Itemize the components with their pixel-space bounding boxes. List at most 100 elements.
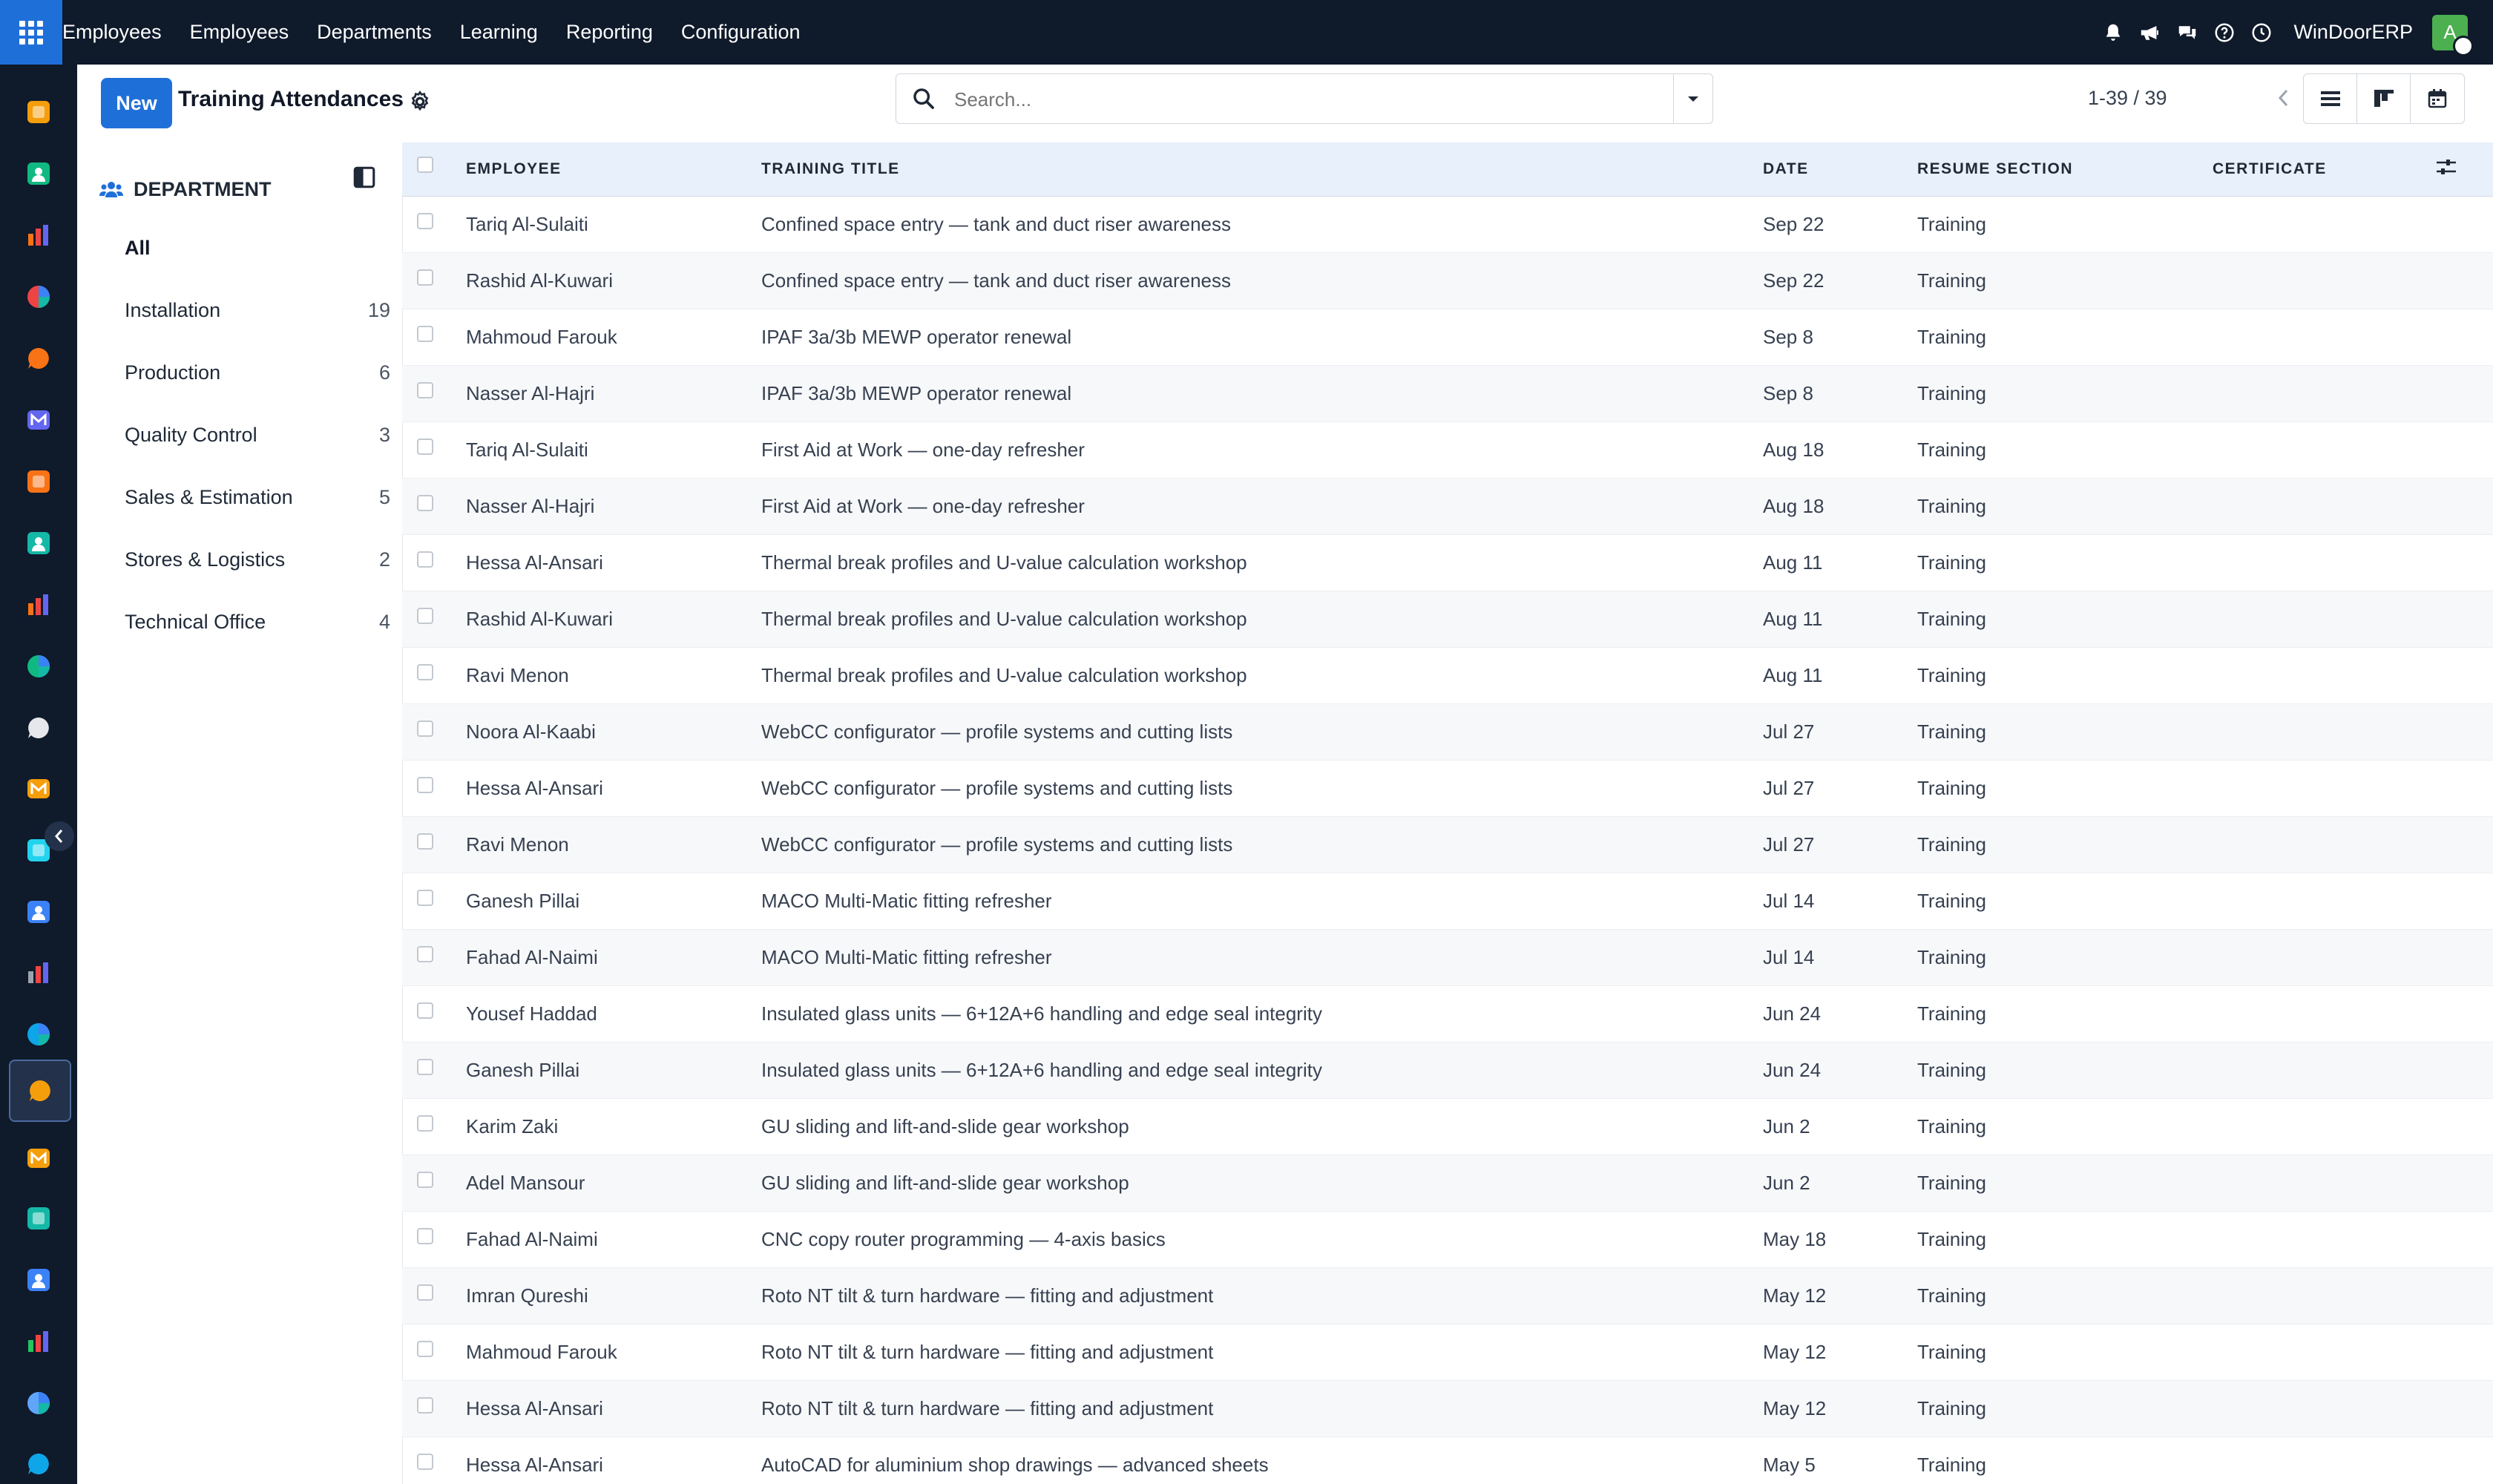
training-title-cell[interactable]: CNC copy router programming — 4-axis bas… (761, 1211, 1763, 1268)
dashboards-app-icon[interactable] (21, 279, 56, 315)
resume-section-cell[interactable]: Training (1917, 1380, 2213, 1437)
row-checkbox[interactable] (417, 494, 433, 511)
training-title-cell[interactable]: Roto NT tilt & turn hardware — fitting a… (761, 1324, 1763, 1381)
table-row[interactable]: Ravi Menon Thermal break profiles and U-v… (402, 647, 2493, 704)
resume-section-cell[interactable]: Training (1917, 1155, 2213, 1212)
date-cell[interactable]: Jul 14 (1763, 873, 1917, 930)
date-cell[interactable]: Sep 22 (1763, 196, 1917, 253)
surveys-app-icon[interactable] (21, 525, 56, 561)
table-row[interactable]: Fahad Al-Naimi CNC copy router programmin… (402, 1211, 2493, 1268)
date-cell[interactable]: Aug 11 (1763, 534, 1917, 591)
resume-section-cell[interactable]: Training (1917, 421, 2213, 479)
menu-configuration[interactable]: Configuration (681, 21, 801, 44)
menu-reporting[interactable]: Reporting (566, 21, 653, 44)
resume-section-cell[interactable]: Training (1917, 647, 2213, 704)
notes-app-icon[interactable] (21, 771, 56, 807)
table-row[interactable]: Imran Qureshi Roto NT tilt & turn hardwar… (402, 1267, 2493, 1324)
employee-cell[interactable]: Fahad Al-Naimi (462, 929, 761, 986)
employee-cell[interactable]: Rashid Al-Kuwari (462, 252, 761, 309)
website-app-icon[interactable] (21, 1446, 56, 1482)
table-row[interactable]: Nasser Al-Hajri IPAF 3a/3b MEWP operator … (402, 365, 2493, 422)
training-title-cell[interactable]: Thermal break profiles and U-value calcu… (761, 591, 1763, 648)
row-checkbox[interactable] (417, 1453, 433, 1470)
table-row[interactable]: Rashid Al-Kuwari Confined space entry — t… (402, 252, 2493, 309)
help-icon[interactable] (2213, 22, 2236, 44)
date-cell[interactable]: May 18 (1763, 1211, 1917, 1268)
training-title-cell[interactable]: Thermal break profiles and U-value calcu… (761, 534, 1763, 591)
certificate-cell[interactable] (2213, 1098, 2435, 1155)
table-row[interactable]: Tariq Al-Sulaiti First Aid at Work — one-… (402, 421, 2493, 479)
contacts-app-icon[interactable] (21, 156, 56, 191)
search-input[interactable] (953, 82, 1623, 117)
company-name[interactable]: WinDoorERP (2293, 21, 2413, 44)
training-title-cell[interactable]: IPAF 3a/3b MEWP operator renewal (761, 365, 1763, 422)
training-title-cell[interactable]: Confined space entry — tank and duct ris… (761, 252, 1763, 309)
training-title-cell[interactable]: First Aid at Work — one-day refresher (761, 421, 1763, 479)
search-options-toggle[interactable] (1673, 74, 1712, 123)
date-cell[interactable]: May 5 (1763, 1437, 1917, 1484)
optional-columns-toggle[interactable] (2435, 142, 2493, 197)
employee-cell[interactable]: Adel Mansour (462, 1155, 761, 1212)
resume-section-cell[interactable]: Training (1917, 760, 2213, 817)
certificate-cell[interactable] (2213, 478, 2435, 535)
resume-section-cell[interactable]: Training (1917, 309, 2213, 366)
timesheets-app-icon[interactable] (21, 1385, 56, 1421)
resume-section-cell[interactable]: Training (1917, 1267, 2213, 1324)
resume-section-cell[interactable]: Training (1917, 196, 2213, 253)
resume-section-cell[interactable]: Training (1917, 478, 2213, 535)
table-row[interactable]: Hessa Al-Ansari WebCC configurator — prof… (402, 760, 2493, 817)
sign-app-icon[interactable] (21, 1201, 56, 1236)
certificate-cell[interactable] (2213, 1380, 2435, 1437)
employee-cell[interactable]: Hessa Al-Ansari (462, 760, 761, 817)
certificate-cell[interactable] (2213, 252, 2435, 309)
table-row[interactable]: Ravi Menon WebCC configurator — profile s… (402, 816, 2493, 873)
column-header-certificate[interactable]: CERTIFICATE (2213, 142, 2435, 197)
employee-cell[interactable]: Hessa Al-Ansari (462, 534, 761, 591)
department-item-production[interactable]: Production 6 (125, 350, 390, 395)
sms-app-icon[interactable] (21, 464, 56, 499)
row-checkbox[interactable] (417, 1396, 433, 1414)
employee-cell[interactable]: Rashid Al-Kuwari (462, 591, 761, 648)
resume-section-cell[interactable]: Training (1917, 252, 2213, 309)
department-item-installation[interactable]: Installation 19 (125, 288, 390, 332)
pager-value[interactable]: 1-39 / 39 (2088, 87, 2167, 110)
row-checkbox[interactable] (417, 1340, 433, 1357)
date-cell[interactable]: Aug 11 (1763, 647, 1917, 704)
certificate-cell[interactable] (2213, 929, 2435, 986)
training-title-cell[interactable]: Thermal break profiles and U-value calcu… (761, 647, 1763, 704)
row-checkbox[interactable] (417, 945, 433, 962)
employee-cell[interactable]: Tariq Al-Sulaiti (462, 196, 761, 253)
resume-section-cell[interactable]: Training (1917, 873, 2213, 930)
employee-cell[interactable]: Ganesh Pillai (462, 1042, 761, 1099)
menu-departments[interactable]: Departments (317, 21, 432, 44)
certificate-cell[interactable] (2213, 1155, 2435, 1212)
department-item-sales-estimation[interactable]: Sales & Estimation 5 (125, 475, 390, 519)
livechat-app-icon[interactable] (21, 341, 56, 376)
resume-section-cell[interactable]: Training (1917, 365, 2213, 422)
certificate-cell[interactable] (2213, 873, 2435, 930)
date-cell[interactable]: May 12 (1763, 1380, 1917, 1437)
certificate-cell[interactable] (2213, 703, 2435, 761)
megaphone-icon[interactable] (2139, 22, 2161, 44)
employee-cell[interactable]: Ganesh Pillai (462, 873, 761, 930)
certificate-cell[interactable] (2213, 985, 2435, 1043)
calendar-view-button[interactable] (2410, 73, 2465, 124)
discuss-app-icon[interactable] (21, 94, 56, 130)
table-row[interactable]: Rashid Al-Kuwari Thermal break profiles a… (402, 591, 2493, 648)
app-brand[interactable]: Employees (62, 21, 162, 44)
resume-section-cell[interactable]: Training (1917, 1098, 2213, 1155)
row-checkbox[interactable] (417, 438, 433, 455)
rail-collapse-button[interactable] (45, 821, 74, 851)
resume-section-cell[interactable]: Training (1917, 1042, 2213, 1099)
row-checkbox[interactable] (417, 1227, 433, 1244)
date-cell[interactable]: Aug 11 (1763, 591, 1917, 648)
employee-cell[interactable]: Tariq Al-Sulaiti (462, 421, 761, 479)
table-row[interactable]: Nasser Al-Hajri First Aid at Work — one-d… (402, 478, 2493, 535)
resume-section-cell[interactable]: Training (1917, 1437, 2213, 1484)
date-cell[interactable]: Jul 14 (1763, 929, 1917, 986)
certificate-cell[interactable] (2213, 1267, 2435, 1324)
list-view-button[interactable] (2303, 73, 2358, 124)
date-cell[interactable]: Jul 27 (1763, 760, 1917, 817)
table-row[interactable]: Karim Zaki GU sliding and lift-and-slide … (402, 1098, 2493, 1155)
employees-app-icon[interactable] (9, 1060, 71, 1122)
